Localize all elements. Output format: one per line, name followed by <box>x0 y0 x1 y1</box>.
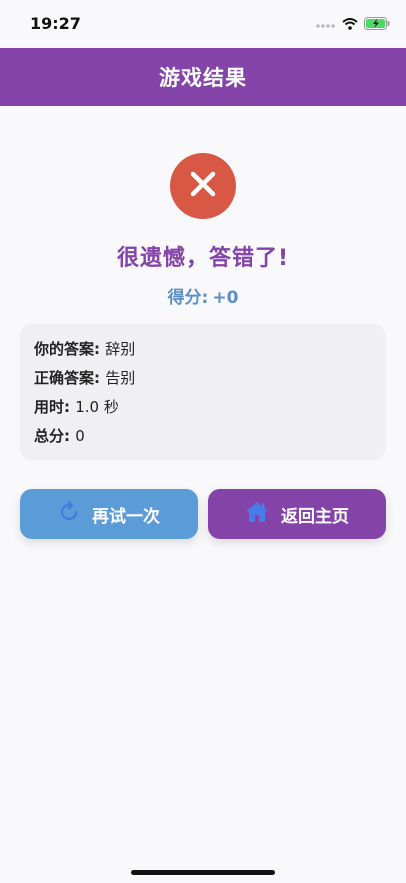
refresh-icon <box>58 500 80 528</box>
wifi-icon <box>342 15 358 34</box>
result-status-badge <box>170 153 236 219</box>
retry-button[interactable]: 再试一次 <box>20 489 198 539</box>
score-label: 得分: <box>167 288 209 308</box>
page-title: 游戏结果 <box>159 66 247 90</box>
home-button[interactable]: 返回主页 <box>208 489 386 539</box>
detail-value: 0 <box>75 427 85 445</box>
battery-charging-icon <box>364 15 390 34</box>
detail-row-your-answer: 你的答案辞别 <box>34 338 372 367</box>
answer-details-card: 你的答案辞别 正确答案告别 用时1.0 秒 总分0 <box>20 324 386 460</box>
detail-row-correct-answer: 正确答案告别 <box>34 367 372 396</box>
score-line: 得分: +0 <box>0 283 406 308</box>
detail-value: 1.0 秒 <box>75 398 119 416</box>
status-icons <box>316 15 390 34</box>
detail-value: 辞别 <box>105 340 136 358</box>
retry-button-label: 再试一次 <box>92 506 160 527</box>
detail-label: 正确答案 <box>34 369 105 387</box>
score-value: +0 <box>212 288 239 308</box>
close-icon <box>188 169 218 203</box>
home-indicator <box>131 870 275 875</box>
detail-row-time: 用时1.0 秒 <box>34 396 372 425</box>
signal-icon <box>316 15 336 34</box>
detail-row-total-score: 总分0 <box>34 425 372 454</box>
status-bar: 19:27 <box>0 0 406 48</box>
detail-label: 用时 <box>34 398 75 416</box>
nav-bar: 游戏结果 <box>0 48 406 106</box>
detail-label: 总分 <box>34 427 75 445</box>
home-button-label: 返回主页 <box>281 506 349 527</box>
detail-label: 你的答案 <box>34 340 105 358</box>
home-icon <box>245 501 269 528</box>
result-title: 很遗憾，答错了! <box>116 246 290 271</box>
detail-value: 告别 <box>105 369 136 387</box>
status-time: 19:27 <box>30 14 81 33</box>
